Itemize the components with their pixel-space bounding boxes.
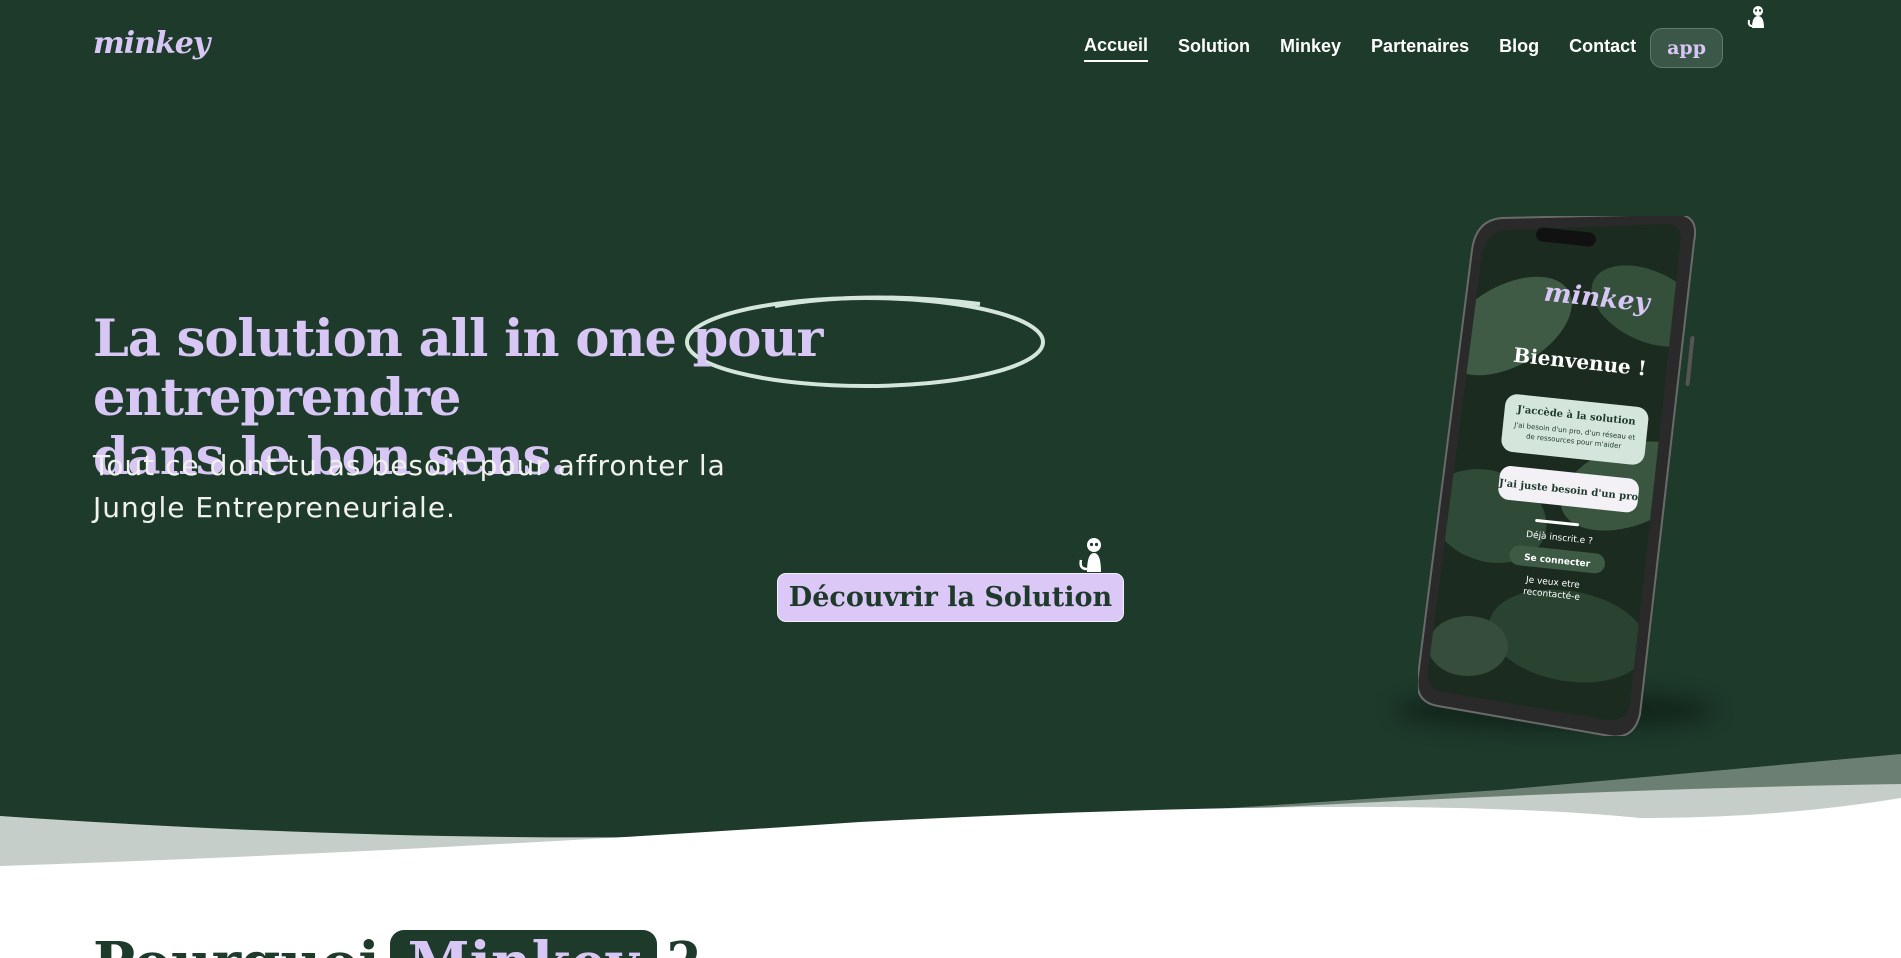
why-title-end: ? [667, 930, 700, 958]
hero-subtitle: Tout ce dont tu as besoin pour affronter… [93, 449, 726, 524]
headline-highlight: entreprendre [93, 368, 461, 428]
why-title-pill: Minkey [389, 930, 657, 958]
nav-link-blog[interactable]: Blog [1499, 36, 1539, 61]
app-button[interactable]: app [1650, 28, 1723, 68]
logo[interactable]: minkey [93, 26, 210, 61]
nav-link-solution[interactable]: Solution [1178, 36, 1250, 61]
headline-part1: La solution all in one pour [93, 309, 823, 369]
discover-solution-button[interactable]: Découvrir la Solution [777, 573, 1124, 622]
why-title-start: Pourquoi [93, 930, 380, 958]
wave-divider [0, 754, 1901, 958]
nav-link-contact[interactable]: Contact [1569, 36, 1636, 61]
monkey-icon [1747, 6, 1764, 28]
main-nav: Accueil Solution Minkey Partenaires Blog… [1084, 28, 1723, 68]
nav-link-partenaires[interactable]: Partenaires [1371, 36, 1469, 61]
nav-link-accueil[interactable]: Accueil [1084, 35, 1149, 62]
nav-link-minkey[interactable]: Minkey [1280, 36, 1341, 61]
monkey-icon [1079, 538, 1101, 572]
hero-section: minkey Accueil Solution Minkey Partenair… [0, 0, 1901, 958]
why-minkey-title: Pourquoi Minkey ? [93, 930, 699, 958]
phone-mockup: minkey Bienvenue ! J'accède à la solutio… [1418, 216, 1696, 736]
